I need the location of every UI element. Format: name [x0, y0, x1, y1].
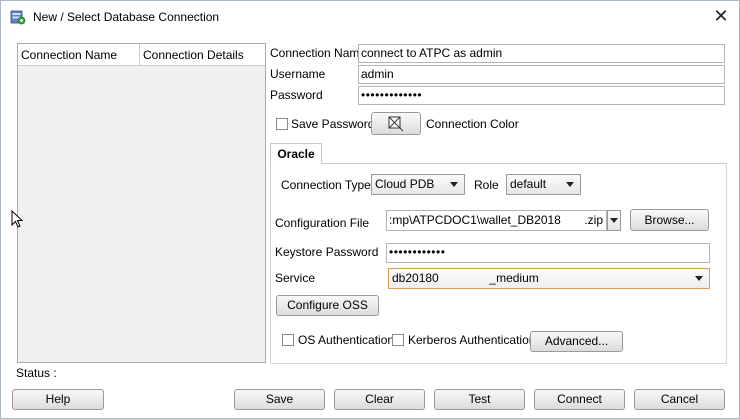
configuration-file-label: Configuration File: [275, 216, 370, 230]
connection-list-header: Connection Name Connection Details: [18, 44, 265, 66]
chevron-down-icon: [610, 218, 618, 223]
chevron-down-icon: [450, 182, 458, 187]
password-label: Password: [270, 88, 323, 102]
configuration-file-path: :mp\ATPCDOC1\wallet_DB2018: [389, 213, 561, 227]
tab-oracle[interactable]: Oracle: [270, 143, 322, 164]
connection-list[interactable]: Connection Name Connection Details: [17, 43, 266, 363]
database-connection-icon: [10, 10, 26, 25]
cancel-button[interactable]: Cancel: [634, 389, 725, 410]
window-title: New / Select Database Connection: [33, 10, 220, 24]
os-authentication-checkbox[interactable]: [282, 334, 294, 346]
close-icon[interactable]: ✕: [709, 5, 733, 29]
role-value: default: [510, 177, 547, 191]
configure-oss-button[interactable]: Configure OSS: [276, 295, 379, 316]
browse-button[interactable]: Browse...: [630, 209, 709, 231]
configuration-file-extension: .zip: [584, 213, 603, 227]
help-button[interactable]: Help: [12, 389, 104, 410]
column-connection-details[interactable]: Connection Details: [143, 48, 244, 62]
advanced-button[interactable]: Advanced...: [530, 331, 623, 352]
password-field[interactable]: •••••••••••••: [358, 86, 725, 105]
service-value-suffix: _medium: [489, 271, 539, 285]
connect-button[interactable]: Connect: [534, 389, 625, 410]
connection-type-select[interactable]: Cloud PDB: [371, 174, 465, 195]
username-field[interactable]: admin: [358, 65, 725, 84]
configuration-file-dropdown[interactable]: [607, 210, 621, 231]
kerberos-authentication-checkbox[interactable]: [392, 334, 404, 346]
column-separator: [139, 44, 140, 65]
connection-name-field[interactable]: connect to ATPC as admin: [358, 44, 725, 63]
connection-color-button[interactable]: [371, 112, 421, 135]
service-select[interactable]: db20180 _medium: [388, 268, 710, 289]
os-authentication-label: OS Authentication: [298, 333, 395, 347]
save-password-checkbox[interactable]: [276, 118, 288, 130]
keystore-password-label: Keystore Password: [275, 245, 379, 259]
kerberos-authentication-label: Kerberos Authentication: [408, 333, 536, 347]
service-value-prefix: db20180: [392, 271, 439, 285]
username-label: Username: [270, 67, 326, 81]
configuration-file-field[interactable]: :mp\ATPCDOC1\wallet_DB2018 .zip: [386, 210, 607, 231]
connection-type-label: Connection Type: [281, 178, 371, 192]
connection-type-value: Cloud PDB: [375, 177, 435, 191]
test-button[interactable]: Test: [434, 389, 525, 410]
save-password-label: Save Password: [291, 117, 375, 131]
role-select[interactable]: default: [506, 174, 581, 195]
connection-name-label: Connection Name: [270, 46, 367, 60]
status-label: Status :: [16, 366, 57, 380]
role-label: Role: [474, 178, 499, 192]
save-button[interactable]: Save: [234, 389, 325, 410]
service-label: Service: [275, 271, 316, 285]
column-connection-name[interactable]: Connection Name: [21, 48, 117, 62]
connection-color-label: Connection Color: [426, 117, 519, 131]
color-swatch-icon: [388, 116, 404, 132]
chevron-down-icon: [695, 276, 703, 281]
mouse-cursor-icon: [11, 210, 24, 228]
keystore-password-field[interactable]: ••••••••••••: [386, 243, 710, 263]
chevron-down-icon: [566, 182, 574, 187]
clear-button[interactable]: Clear: [334, 389, 425, 410]
title-bar: New / Select Database Connection ✕: [1, 1, 739, 32]
